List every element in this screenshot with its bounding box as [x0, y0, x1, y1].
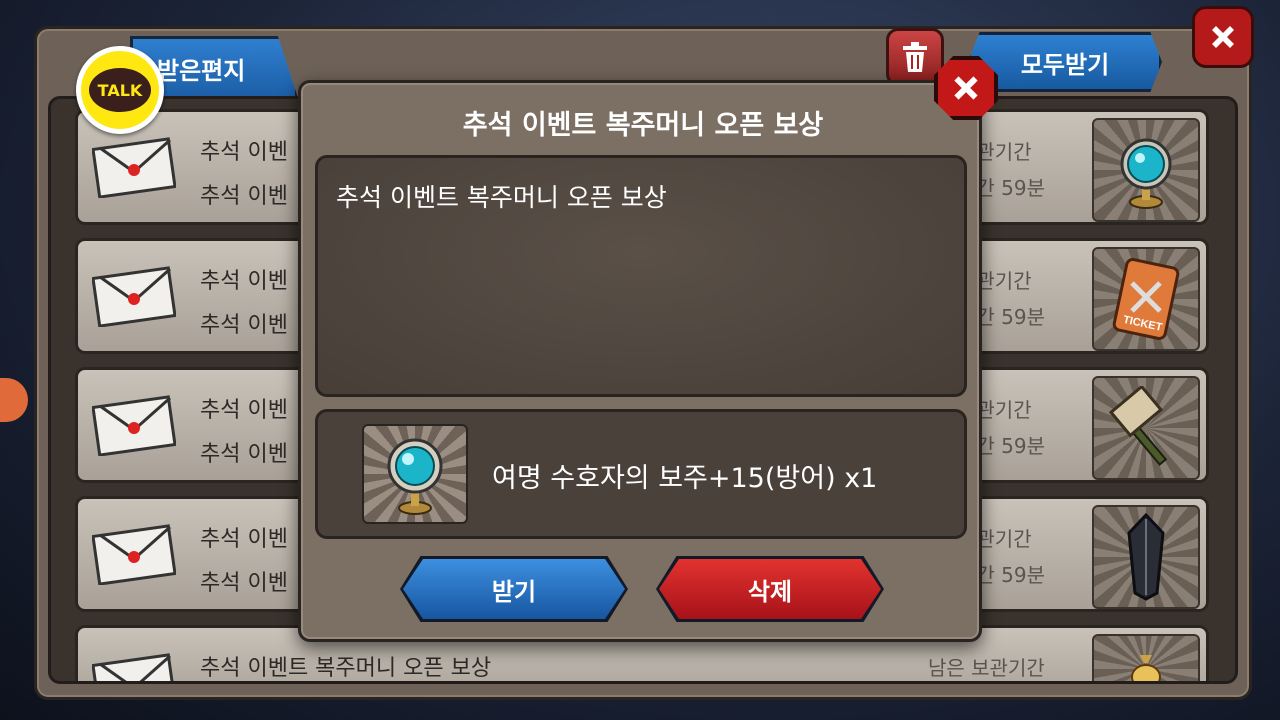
mail-item-thumb: TICKET	[1092, 247, 1200, 351]
mail-item-thumb	[1092, 118, 1200, 222]
reward-item-thumb	[362, 424, 468, 524]
trash-icon	[903, 42, 927, 72]
envelope-icon	[92, 653, 176, 681]
close-icon	[1212, 26, 1234, 48]
crystal-orb-icon	[387, 438, 443, 515]
mail-subtitle: 추석 이벤	[200, 184, 288, 209]
pouch-icon	[1131, 655, 1161, 681]
mail-detail-dialog: 추석 이벤트 복주머니 오픈 보상 추석 이벤트 복주머니 오픈 보상 여명 수…	[298, 80, 982, 642]
reward-text: 여명 수호자의 보주+15(방어) x1	[492, 463, 878, 494]
receive-button[interactable]: 받기	[403, 559, 625, 619]
ticket-icon: TICKET	[1112, 257, 1180, 341]
mail-item-thumb	[1092, 634, 1200, 681]
envelope-icon	[92, 524, 176, 585]
dark-crystal-icon	[1127, 513, 1165, 601]
envelope-icon	[92, 266, 176, 327]
talk-label: TALK	[89, 68, 151, 112]
side-menu-handle[interactable]	[0, 378, 28, 422]
mail-title: 추석 이벤	[200, 398, 288, 423]
kakao-talk-button[interactable]: TALK	[76, 46, 164, 134]
close-icon	[954, 76, 978, 100]
hammer-icon	[1108, 386, 1168, 466]
dialog-title: 추석 이벤트 복주머니 오픈 보상	[462, 110, 824, 141]
delete-button[interactable]: 삭제	[659, 559, 881, 619]
crystal-orb-icon	[1120, 138, 1172, 209]
mail-subtitle: 추석 이벤	[200, 313, 288, 338]
mail-keep-label: 남은 보관기간	[928, 656, 1045, 680]
mailbox-close-button[interactable]	[1192, 6, 1254, 68]
mail-title: 추석 이벤트 복주머니 오픈 보상	[200, 656, 492, 681]
mail-title: 추석 이벤	[200, 140, 288, 165]
reward-box: 여명 수호자의 보주+15(방어) x1	[315, 409, 967, 539]
message-text: 추석 이벤트 복주머니 오픈 보상	[336, 183, 667, 212]
envelope-icon	[92, 137, 176, 198]
mail-subtitle: 추석 이벤	[200, 571, 288, 596]
mail-item-thumb	[1092, 505, 1200, 609]
mail-subtitle: 추석 이벤	[200, 442, 288, 467]
mail-title: 추석 이벤	[200, 269, 288, 294]
message-box: 추석 이벤트 복주머니 오픈 보상	[315, 155, 967, 397]
mail-item-thumb	[1092, 376, 1200, 480]
envelope-icon	[92, 395, 176, 456]
mail-title: 추석 이벤	[200, 527, 288, 552]
